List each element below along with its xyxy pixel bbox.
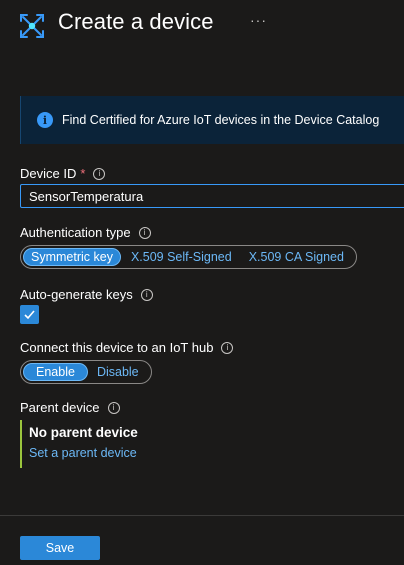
- parent-device-block: No parent device Set a parent device: [20, 420, 138, 468]
- page-title: Create a device: [58, 9, 214, 34]
- auth-type-label: Authentication type: [20, 225, 131, 240]
- parent-device-label: Parent device: [20, 400, 100, 415]
- page-header: Create a device: [18, 4, 214, 40]
- set-parent-device-link[interactable]: Set a parent device: [29, 446, 138, 460]
- iot-hub-icon: [20, 14, 44, 38]
- connect-hub-label-row: Connect this device to an IoT hub i: [20, 340, 234, 355]
- help-icon[interactable]: i: [221, 341, 234, 354]
- auth-type-toggle: Symmetric key X.509 Self-Signed X.509 CA…: [20, 245, 357, 269]
- auto-keys-checkbox[interactable]: [20, 305, 39, 324]
- parent-device-value: No parent device: [29, 425, 138, 440]
- checkmark-icon: [24, 310, 35, 320]
- auto-keys-label: Auto-generate keys: [20, 287, 133, 302]
- infobar-text[interactable]: Find Certified for Azure IoT devices in …: [62, 113, 379, 127]
- connect-option-disable[interactable]: Disable: [90, 363, 146, 381]
- device-catalog-infobar: i Find Certified for Azure IoT devices i…: [20, 96, 404, 144]
- connect-hub-toggle: Enable Disable: [20, 360, 152, 384]
- auth-option-x509-ca-signed[interactable]: X.509 CA Signed: [242, 248, 351, 266]
- help-icon[interactable]: i: [93, 167, 106, 180]
- info-icon: i: [37, 112, 53, 128]
- connect-hub-label: Connect this device to an IoT hub: [20, 340, 214, 355]
- save-button[interactable]: Save: [20, 536, 100, 560]
- connect-option-enable[interactable]: Enable: [23, 363, 88, 381]
- device-id-label: Device ID: [20, 166, 77, 181]
- device-id-label-row: Device ID * i: [20, 166, 106, 181]
- auth-option-symmetric-key[interactable]: Symmetric key: [23, 248, 121, 266]
- footer-divider: [0, 515, 404, 516]
- help-icon[interactable]: i: [140, 288, 153, 301]
- required-asterisk: *: [80, 166, 86, 181]
- parent-device-label-row: Parent device i: [20, 400, 120, 415]
- auth-option-x509-self-signed[interactable]: X.509 Self-Signed: [124, 248, 239, 266]
- auto-keys-label-row: Auto-generate keys i: [20, 287, 153, 302]
- help-icon[interactable]: i: [107, 401, 120, 414]
- help-icon[interactable]: i: [138, 226, 151, 239]
- auth-type-label-row: Authentication type i: [20, 225, 151, 240]
- device-id-input[interactable]: [20, 184, 404, 208]
- ellipsis-icon[interactable]: ···: [250, 12, 267, 28]
